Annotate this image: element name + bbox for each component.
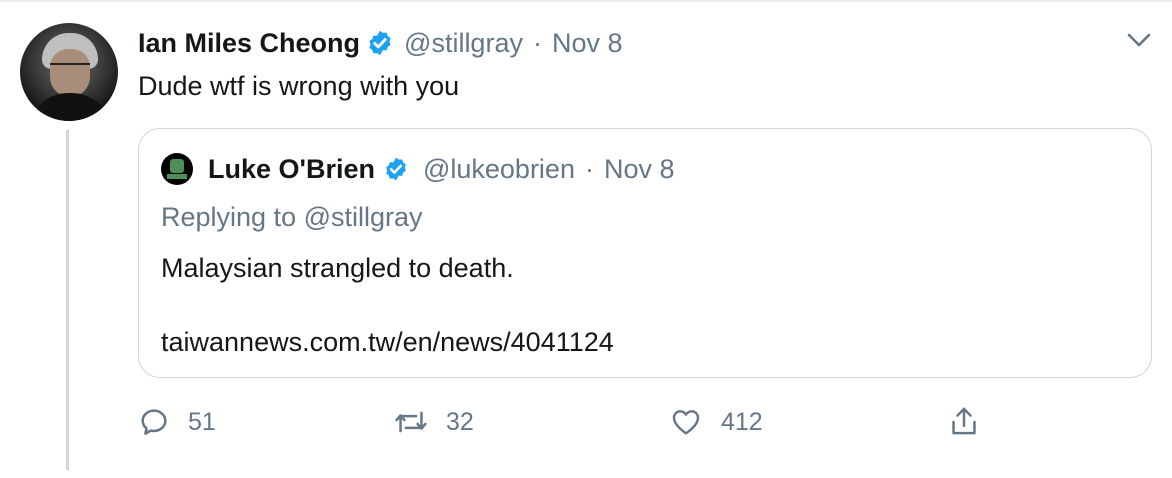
replying-to-prefix: Replying to — [161, 202, 297, 232]
tweet-date[interactable]: Nov 8 — [552, 28, 623, 59]
tweet-header: Ian Miles Cheong @stillgray · Nov 8 — [138, 24, 623, 62]
quoted-author-name: Luke O'Brien — [208, 153, 375, 184]
replying-to-line: Replying to @stillgray — [161, 202, 423, 233]
tweet-text: Dude wtf is wrong with you — [138, 71, 460, 101]
quoted-author-handle: @lukeobrien — [422, 153, 575, 184]
heart-icon — [672, 410, 700, 435]
author-avatar[interactable] — [20, 23, 118, 121]
share-icon — [952, 407, 976, 435]
verified-badge-icon — [386, 157, 406, 181]
author-handle[interactable]: @stillgray — [404, 28, 523, 59]
like-button[interactable]: 412 — [669, 400, 763, 444]
quoted-tweet-header: Luke O'Brien @lukeobrien · Nov 8 — [161, 151, 675, 187]
header-separator: · — [532, 27, 542, 58]
avatar-face — [50, 49, 90, 97]
like-count: 412 — [721, 407, 763, 436]
quoted-author-avatar — [161, 153, 193, 185]
retweet-icon — [395, 411, 427, 433]
reply-count: 51 — [188, 407, 216, 436]
top-divider — [0, 0, 1172, 2]
tweet-actions: 51 32 412 — [138, 400, 998, 444]
quoted-header-separator: · — [584, 153, 594, 184]
reply-button[interactable]: 51 — [138, 400, 216, 444]
quoted-tweet-card[interactable]: Luke O'Brien @lukeobrien · Nov 8 Replyin… — [138, 128, 1152, 378]
quoted-tweet-text: Malaysian strangled to death. — [161, 253, 514, 283]
share-button[interactable] — [948, 400, 980, 444]
thread-line — [66, 130, 69, 470]
replying-to-mention: @stillgray — [303, 202, 423, 232]
retweet-count: 32 — [446, 407, 474, 436]
union-band — [167, 174, 187, 179]
union-fist-icon — [170, 159, 184, 173]
retweet-button[interactable]: 32 — [394, 400, 474, 444]
verified-badge-icon — [369, 30, 391, 56]
avatar-body — [28, 93, 112, 121]
author-name[interactable]: Ian Miles Cheong — [138, 28, 360, 59]
quoted-tweet-link: taiwannews.com.tw/en/news/4041124 — [161, 327, 614, 357]
quoted-tweet-date: Nov 8 — [603, 153, 675, 184]
chevron-down-icon[interactable] — [1125, 30, 1153, 50]
avatar-glasses — [50, 63, 90, 73]
reply-icon — [141, 409, 167, 435]
